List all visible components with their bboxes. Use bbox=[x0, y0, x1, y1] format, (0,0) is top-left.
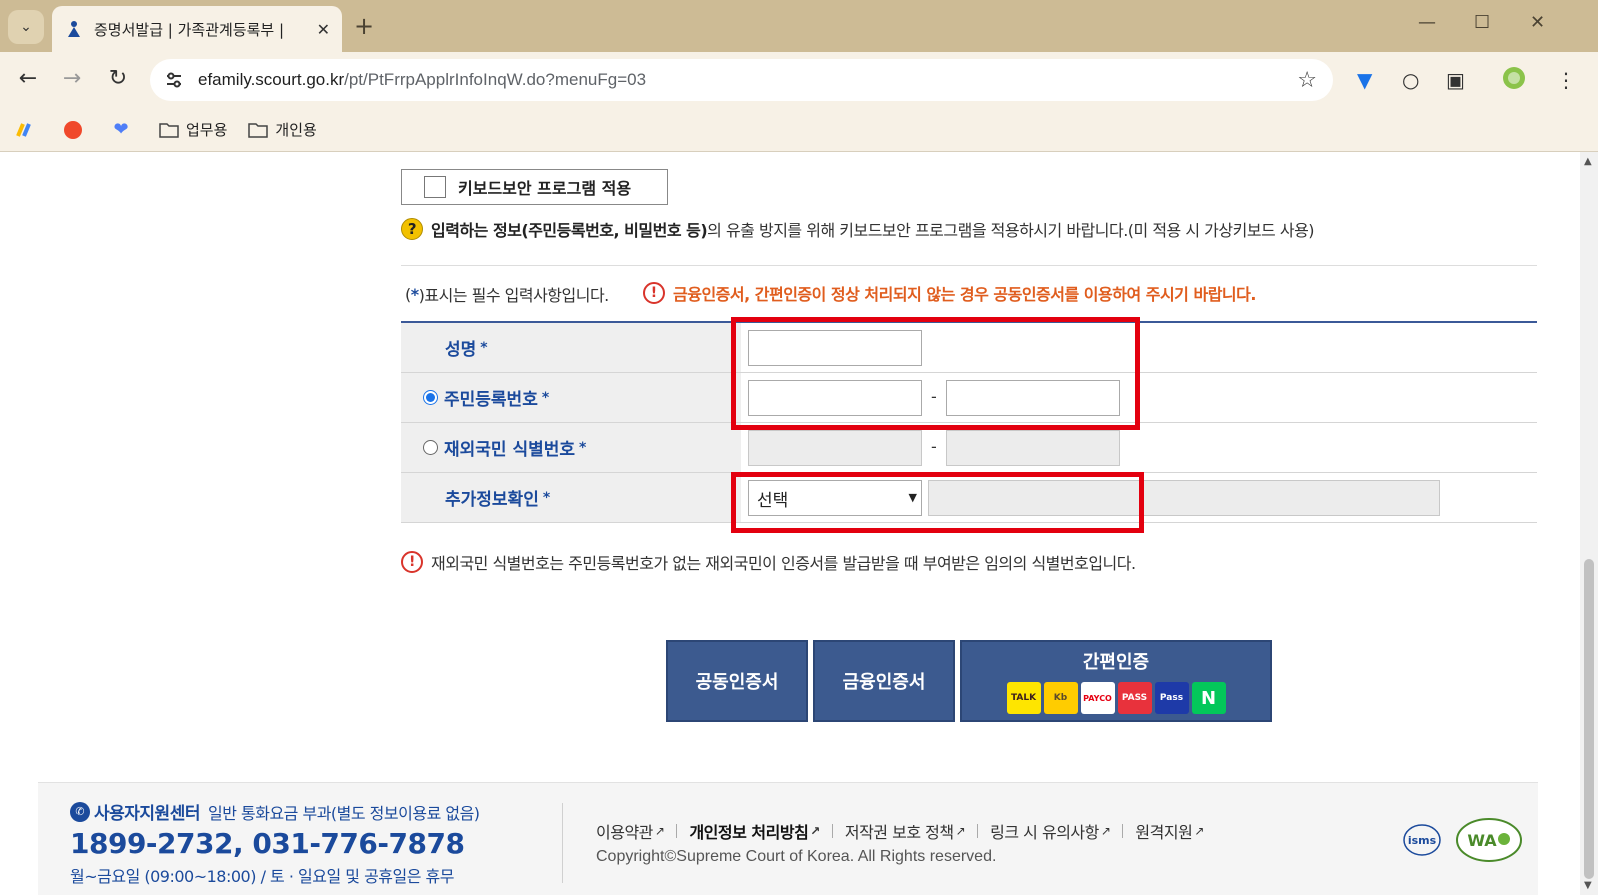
forward-icon[interactable]: → bbox=[58, 66, 86, 91]
divider bbox=[401, 265, 1537, 266]
keyboard-security-notice: ? 입력하는 정보(주민등록번호, 비밀번호 등) 의 유출 방지를 위해 키보… bbox=[401, 217, 1315, 241]
foreign-id-radio[interactable] bbox=[423, 440, 438, 455]
exclamation-icon: ! bbox=[643, 282, 665, 304]
active-tab[interactable]: 증명서발급 | 가족관계등록부 | ✕ bbox=[52, 6, 342, 52]
scroll-up-arrow-icon[interactable]: ▲ bbox=[1584, 156, 1592, 167]
mouse-extension-icon[interactable]: ○ bbox=[1402, 68, 1419, 92]
footer-link-link-notice[interactable]: 링크 시 유의사항 ↗ bbox=[990, 819, 1111, 843]
foreign-id-info-note: ! 재외국민 식별번호는 주민등록번호가 없는 재외국민이 인증서를 발급받을 … bbox=[401, 550, 1136, 574]
kakao-talk-logo-icon: TALK bbox=[1006, 682, 1041, 714]
page-content: 키보드보안 프로그램 적용 ? 입력하는 정보(주민등록번호, 비밀번호 등) … bbox=[0, 152, 1580, 895]
financial-certificate-button[interactable]: 금융인증서 bbox=[813, 640, 955, 722]
profile-avatar-icon[interactable] bbox=[1502, 66, 1526, 95]
highlight-box-extra-info bbox=[731, 472, 1144, 533]
bookmark-heart-app[interactable]: ❤ bbox=[110, 119, 138, 141]
simple-auth-button[interactable]: 간편인증 TALK Kb PAYCO PASS Pass N bbox=[960, 640, 1272, 722]
back-icon[interactable]: ← bbox=[14, 66, 42, 91]
rrn-label: 주민등록번호 * bbox=[401, 373, 741, 422]
close-window-icon[interactable]: ✕ bbox=[1530, 12, 1545, 33]
footer-link-remote-support[interactable]: 원격지원 ↗ bbox=[1135, 819, 1204, 843]
tab-search-button[interactable]: ⌄ bbox=[8, 10, 44, 44]
bookmarks-bar: ❤ 업무용 개인용 bbox=[0, 108, 1598, 152]
support-hours: 월~금요일 (09:00~18:00) / 토 · 일요일 및 공휴일은 휴무 bbox=[70, 867, 454, 886]
simple-auth-logos: TALK Kb PAYCO PASS Pass N bbox=[1006, 682, 1226, 714]
heart-icon: ❤ bbox=[113, 119, 129, 140]
footer-link-copyright-policy[interactable]: 저작권 보호 정책 ↗ bbox=[845, 819, 966, 843]
required-fields-note: (*)표시는 필수 입력사항입니다. bbox=[405, 284, 609, 306]
keyboard-security-label: 키보드보안 프로그램 적용 bbox=[458, 179, 632, 198]
extra-info-label: 추가정보확인 * bbox=[401, 473, 741, 522]
bookmark-folder-work[interactable]: 업무용 bbox=[158, 119, 227, 141]
payco-logo-icon: PAYCO bbox=[1080, 682, 1115, 714]
address-bar[interactable]: efamily.scourt.go.kr/pt/PtFrrpApplrInfoI… bbox=[150, 59, 1333, 101]
isms-certification-logo-icon: isms bbox=[1402, 823, 1442, 857]
phone-icon: ✆ bbox=[70, 801, 90, 822]
bookmark-star-icon[interactable]: ☆ bbox=[1297, 68, 1317, 93]
footer: ✆ 사용자지원센터 일반 통화요금 부과(별도 정보이용료 없음) 1899-2… bbox=[38, 782, 1538, 895]
joint-certificate-button[interactable]: 공동인증서 bbox=[666, 640, 808, 722]
maximize-icon[interactable]: ☐ bbox=[1474, 12, 1490, 33]
minimize-icon[interactable]: — bbox=[1418, 12, 1436, 33]
svg-text:WA: WA bbox=[1467, 831, 1497, 850]
rrn-radio[interactable] bbox=[423, 390, 438, 405]
keyboard-security-checkbox[interactable] bbox=[424, 176, 446, 198]
menu-kebab-icon[interactable]: ⋮ bbox=[1556, 68, 1576, 92]
tab-title: 증명서발급 | 가족관계등록부 | bbox=[94, 20, 285, 39]
extension-y-icon[interactable]: ▼ bbox=[1357, 68, 1372, 92]
kb-logo-icon: Kb bbox=[1043, 682, 1078, 714]
bookmark-red-app[interactable] bbox=[62, 119, 90, 141]
bookmark-folder-personal[interactable]: 개인용 bbox=[247, 119, 317, 141]
auth-warning: ! 금융인증서, 간편인증이 정상 처리되지 않는 경우 공동인증서를 이용하여… bbox=[643, 281, 1256, 305]
support-center-header: ✆ 사용자지원센터 일반 통화요금 부과(별도 정보이용료 없음) bbox=[70, 799, 480, 824]
keyboard-security-toggle[interactable]: 키보드보안 프로그램 적용 bbox=[401, 169, 668, 205]
external-link-icon: ↗ bbox=[1194, 824, 1204, 838]
footer-links: 이용약관 ↗ 개인정보 처리방침 ↗ 저작권 보호 정책 ↗ 링크 시 유의사항 ↗ 원… bbox=[596, 819, 1204, 843]
bookmark-google-workspace[interactable] bbox=[14, 119, 42, 141]
footer-divider bbox=[562, 803, 563, 883]
external-link-icon: ↗ bbox=[955, 824, 966, 838]
tab-strip: ⌄ 증명서발급 | 가족관계등록부 | ✕ + — ☐ ✕ bbox=[0, 0, 1598, 52]
folder-icon bbox=[158, 119, 180, 141]
vertical-scrollbar[interactable]: ▲ ▼ bbox=[1580, 152, 1598, 895]
naver-logo-icon: N bbox=[1191, 682, 1226, 714]
foreign-id-front-input[interactable] bbox=[748, 430, 922, 466]
name-label: 성명 * bbox=[401, 323, 741, 372]
footer-link-privacy[interactable]: 개인정보 처리방침 ↗ bbox=[689, 819, 820, 843]
close-tab-icon[interactable]: ✕ bbox=[317, 20, 330, 39]
site-info-icon[interactable] bbox=[162, 68, 186, 92]
foreign-id-label: 재외국민 식별번호 * bbox=[401, 423, 741, 472]
footer-link-terms[interactable]: 이용약관 ↗ bbox=[596, 819, 665, 843]
extensions-puzzle-icon[interactable]: ▣ bbox=[1446, 68, 1465, 92]
web-accessibility-mark-icon: WA bbox=[1454, 817, 1524, 863]
svg-text:isms: isms bbox=[1408, 834, 1437, 847]
foreign-id-back-input[interactable] bbox=[946, 430, 1120, 466]
browser-toolbar: ← → ↻ efamily.scourt.go.kr/pt/PtFrrpAppl… bbox=[0, 52, 1598, 108]
exclamation-icon: ! bbox=[401, 551, 423, 573]
reload-icon[interactable]: ↻ bbox=[104, 66, 132, 91]
external-link-icon: ↗ bbox=[1100, 824, 1111, 838]
support-phone-number: 1899-2732, 031-776-7878 bbox=[70, 827, 465, 860]
copyright-text: Copyright©Supreme Court of Korea. All Ri… bbox=[596, 848, 997, 865]
external-link-icon: ↗ bbox=[810, 824, 820, 838]
highlight-box-name-rrn bbox=[731, 317, 1140, 430]
scrollbar-thumb[interactable] bbox=[1584, 559, 1594, 879]
url-text: efamily.scourt.go.kr/pt/PtFrrpApplrInfoI… bbox=[198, 70, 647, 89]
court-favicon-icon bbox=[64, 19, 84, 39]
folder-icon bbox=[247, 119, 269, 141]
external-link-icon: ↗ bbox=[654, 824, 665, 838]
scroll-down-arrow-icon[interactable]: ▼ bbox=[1584, 880, 1592, 891]
red-circle-app-icon bbox=[62, 119, 84, 141]
pass-logo-icon: PASS bbox=[1117, 682, 1152, 714]
multicolor-logo-icon bbox=[14, 119, 36, 141]
samsung-pass-logo-icon: Pass bbox=[1154, 682, 1189, 714]
new-tab-icon[interactable]: + bbox=[354, 12, 374, 40]
chevron-down-icon: ⌄ bbox=[20, 19, 32, 35]
form-row-foreign-id: 재외국민 식별번호 * - bbox=[401, 423, 1537, 473]
question-icon: ? bbox=[401, 218, 423, 240]
